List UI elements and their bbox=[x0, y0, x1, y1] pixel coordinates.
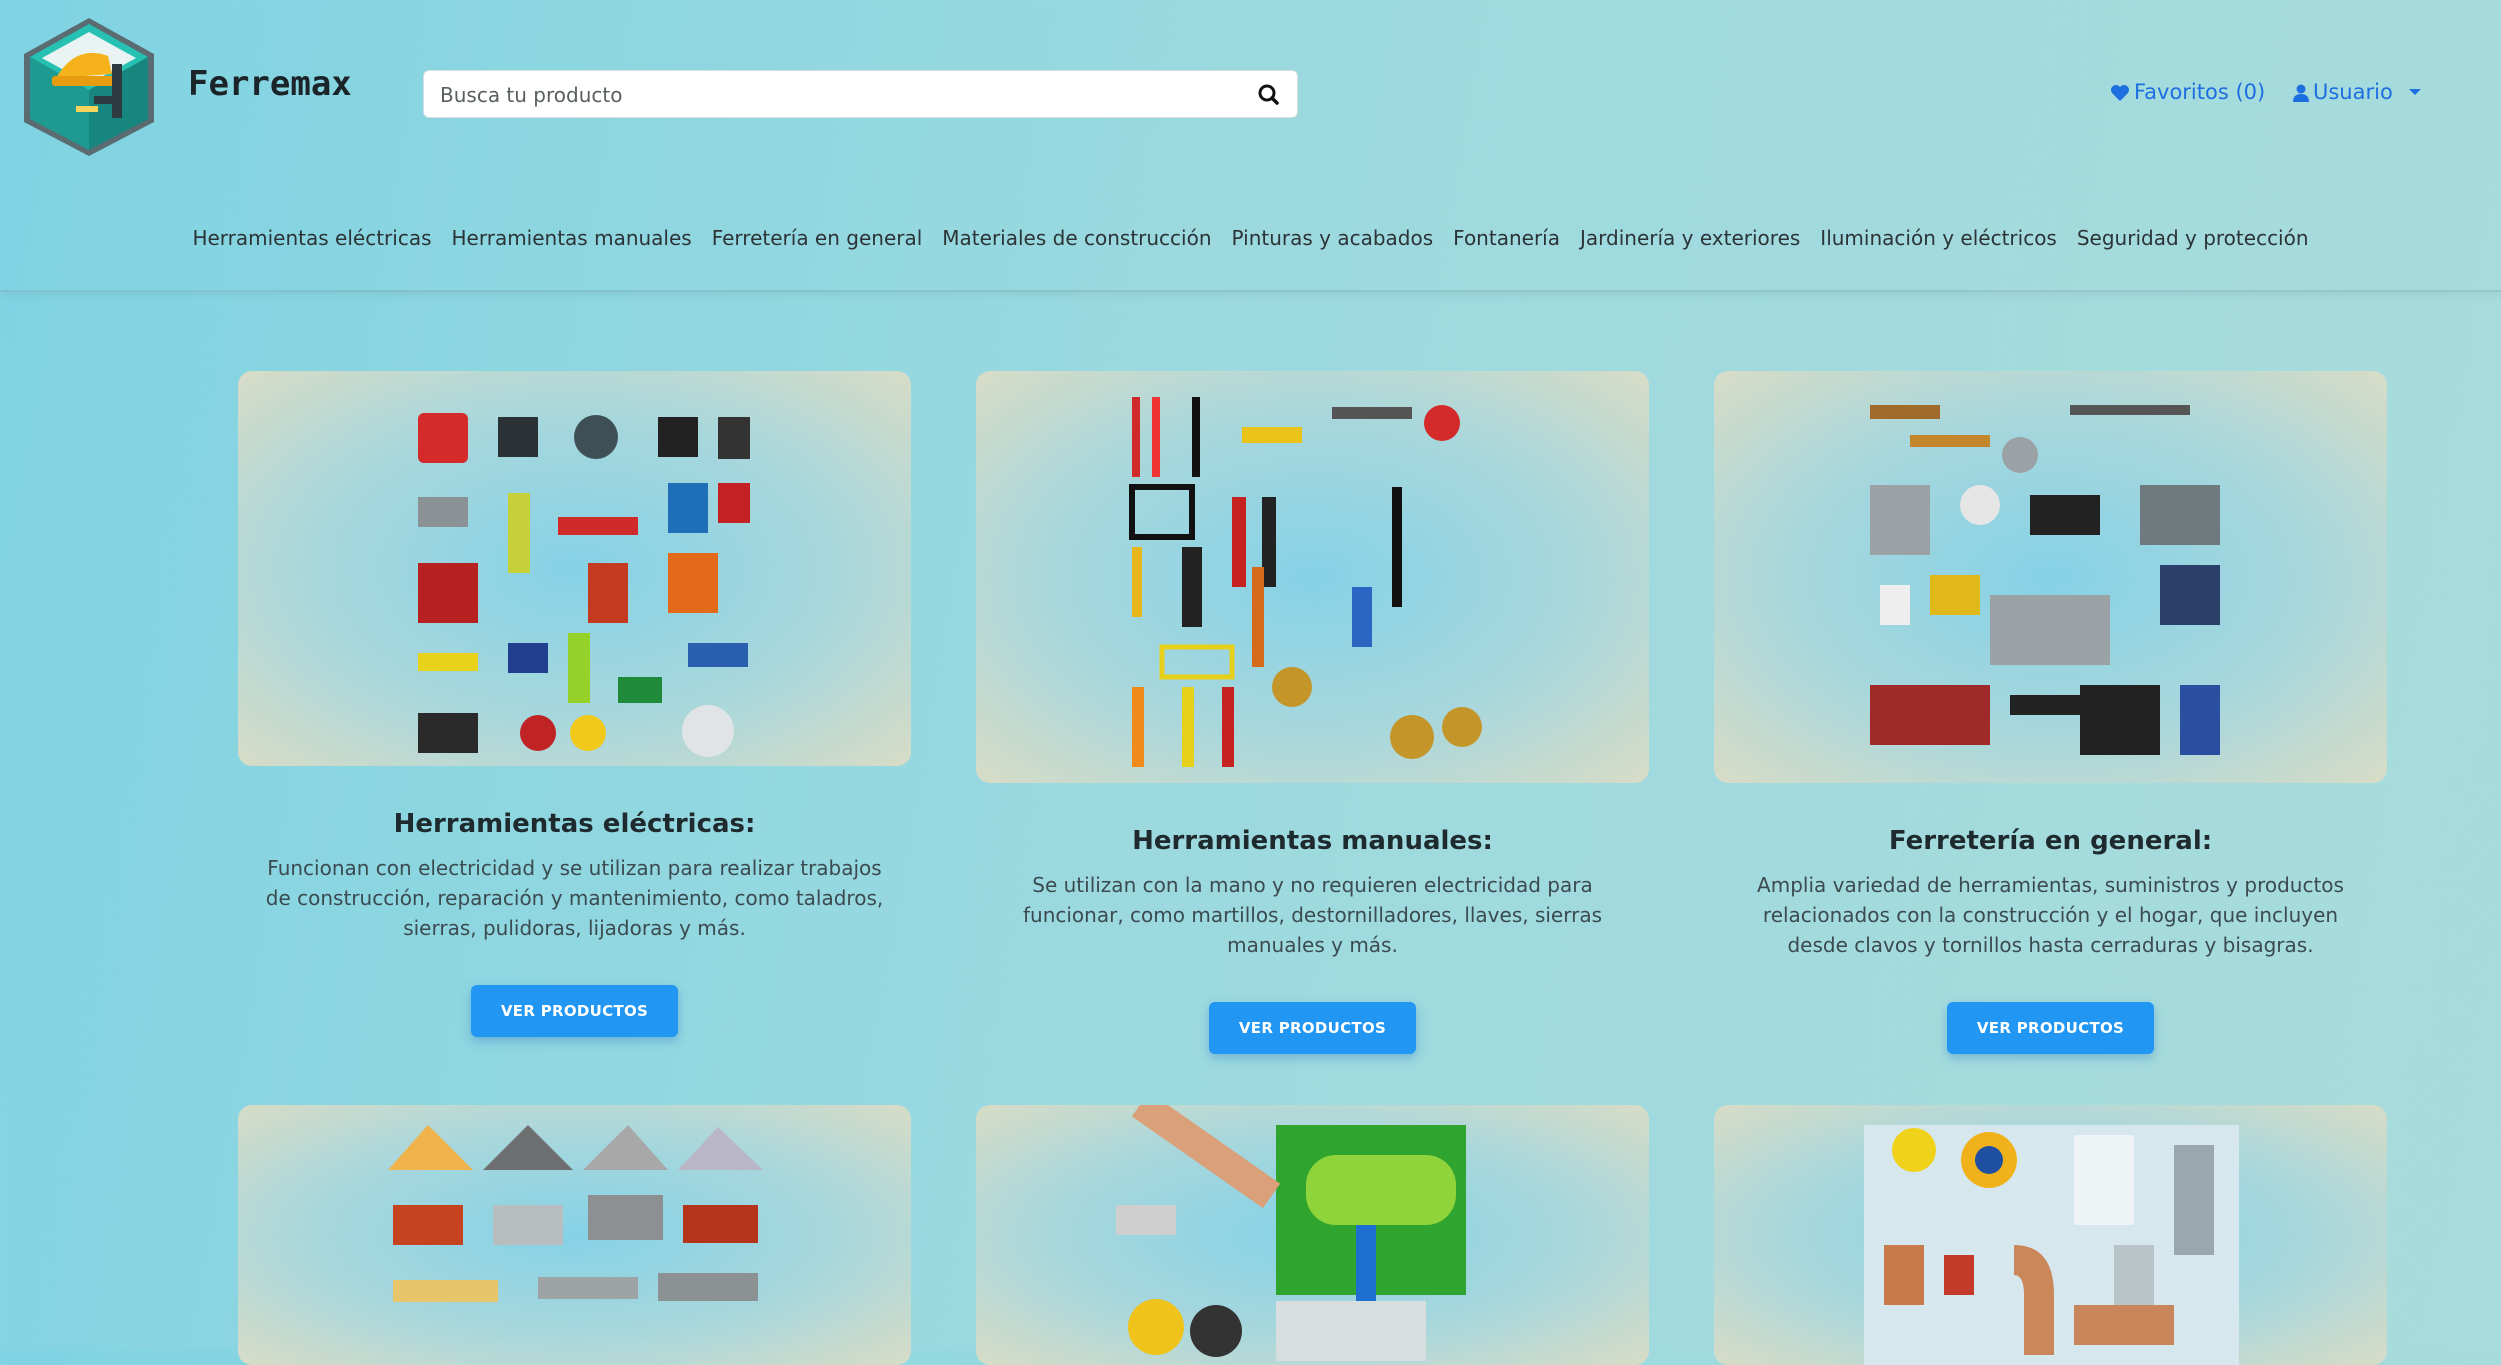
ver-productos-button[interactable]: VER PRODUCTOS bbox=[1946, 1002, 2155, 1054]
nav-item-seguridad-proteccion[interactable]: Seguridad y protección bbox=[2077, 226, 2309, 250]
nav-item-herramientas-electricas[interactable]: Herramientas eléctricas bbox=[192, 226, 431, 250]
heart-icon bbox=[2111, 85, 2129, 101]
card-description: Funcionan con electricidad y se utilizan… bbox=[265, 856, 884, 940]
nav-item-materiales-construccion[interactable]: Materiales de construcción bbox=[942, 226, 1211, 250]
ver-productos-button[interactable]: VER PRODUCTOS bbox=[1208, 1002, 1417, 1054]
search-input[interactable] bbox=[438, 77, 1242, 113]
card-description: Amplia variedad de herramientas, suminis… bbox=[1757, 873, 2344, 957]
search-icon bbox=[1258, 84, 1279, 105]
search-bar bbox=[423, 70, 1298, 118]
category-card bbox=[976, 1105, 1649, 1365]
card-title: Herramientas eléctricas: bbox=[393, 809, 756, 839]
nav-item-iluminacion-electricos[interactable]: Iluminación y eléctricos bbox=[1820, 226, 2057, 250]
category-image[interactable] bbox=[238, 1105, 911, 1365]
category-nav: Herramientas eléctricas Herramientas man… bbox=[0, 226, 2501, 250]
nav-item-ferreteria-general[interactable]: Ferretería en general bbox=[712, 226, 923, 250]
category-image[interactable] bbox=[238, 371, 911, 766]
card-title: Ferretería en general: bbox=[1888, 826, 2213, 856]
nav-item-herramientas-manuales[interactable]: Herramientas manuales bbox=[452, 226, 692, 250]
category-image[interactable] bbox=[976, 371, 1649, 783]
category-card bbox=[238, 1105, 911, 1365]
user-menu[interactable]: Usuario bbox=[2293, 80, 2426, 104]
caret-down-icon bbox=[2408, 89, 2421, 95]
category-image[interactable] bbox=[976, 1105, 1649, 1365]
nav-item-fontaneria[interactable]: Fontanería bbox=[1453, 226, 1560, 250]
ver-productos-button[interactable]: VER PRODUCTOS bbox=[470, 985, 679, 1037]
card-description: Se utilizan con la mano y no requieren e… bbox=[1022, 873, 1603, 957]
category-card: Ferretería en general: Amplia variedad d… bbox=[1714, 371, 2387, 1054]
user-icon bbox=[2293, 84, 2309, 102]
search-button[interactable] bbox=[1249, 75, 1289, 115]
logo-icon[interactable] bbox=[16, 14, 162, 160]
user-label: Usuario bbox=[2313, 80, 2393, 104]
site-header: Ferremax Favoritos (0) Usuario Herramien… bbox=[0, 0, 2501, 292]
card-title: Herramientas manuales: bbox=[1132, 826, 1493, 856]
favorites-label: Favoritos (0) bbox=[2134, 80, 2266, 104]
favorites-link[interactable]: Favoritos (0) bbox=[2110, 80, 2265, 104]
nav-item-jardineria-exteriores[interactable]: Jardinería y exteriores bbox=[1580, 226, 1800, 250]
category-card: Herramientas eléctricas: Funcionan con e… bbox=[238, 371, 911, 1037]
category-card bbox=[1714, 1105, 2387, 1365]
nav-item-pinturas-acabados[interactable]: Pinturas y acabados bbox=[1232, 226, 1434, 250]
category-image[interactable] bbox=[1714, 371, 2387, 783]
category-image[interactable] bbox=[1714, 1105, 2387, 1365]
category-card: Herramientas manuales: Se utilizan con l… bbox=[976, 371, 1649, 1054]
brand-name[interactable]: Ferremax bbox=[188, 64, 352, 104]
